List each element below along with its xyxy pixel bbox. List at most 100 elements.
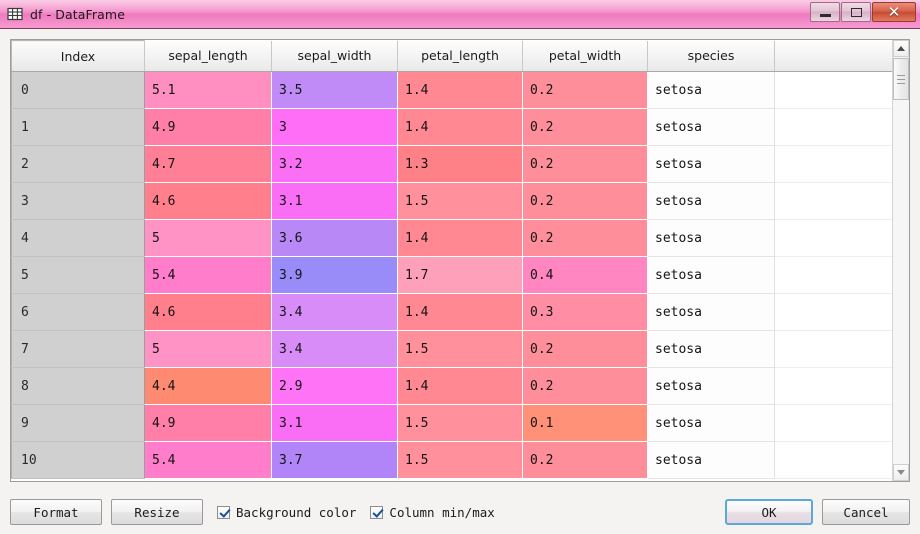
column-minmax-checkbox-item[interactable]: Column min/max — [370, 505, 495, 520]
cell-sepal-width[interactable]: 3.4 — [271, 293, 398, 331]
cell-petal-length[interactable]: 1.5 — [397, 441, 523, 479]
cell-sepal-length[interactable]: 5.4 — [144, 441, 272, 479]
column-header-petal-length[interactable]: petal_length — [397, 40, 523, 72]
cell-petal-width[interactable]: 0.2 — [522, 330, 648, 368]
cell-sepal-length[interactable]: 4.7 — [144, 145, 272, 183]
cell-petal-length[interactable]: 1.7 — [397, 256, 523, 294]
minimize-button[interactable] — [810, 2, 840, 22]
cell-sepal-width[interactable]: 3.2 — [271, 145, 398, 183]
column-header-petal-width[interactable]: petal_width — [522, 40, 648, 72]
format-button[interactable]: Format — [10, 499, 102, 525]
cell-petal-width[interactable]: 0.2 — [522, 367, 648, 405]
resize-button[interactable]: Resize — [111, 499, 203, 525]
cell-petal-length[interactable]: 1.3 — [397, 145, 523, 183]
row-index-cell[interactable]: 2 — [11, 145, 145, 183]
table-row[interactable]: 5 5.4 3.9 1.7 0.4 setosa — [11, 256, 892, 294]
background-color-checkbox[interactable] — [217, 505, 230, 519]
cell-sepal-width[interactable]: 3 — [271, 108, 398, 146]
column-header-sepal-width[interactable]: sepal_width — [271, 40, 398, 72]
cell-sepal-length[interactable]: 5 — [144, 219, 272, 257]
cell-petal-width[interactable]: 0.2 — [522, 145, 648, 183]
cell-sepal-width[interactable]: 3.4 — [271, 330, 398, 368]
column-header-index[interactable]: Index — [11, 40, 145, 72]
row-index-cell[interactable]: 7 — [11, 330, 145, 368]
cell-sepal-length[interactable]: 4.9 — [144, 108, 272, 146]
column-header-species[interactable]: species — [647, 40, 775, 72]
cell-petal-width[interactable]: 0.2 — [522, 219, 648, 257]
cell-petal-length[interactable]: 1.4 — [397, 108, 523, 146]
cell-sepal-width[interactable]: 3.6 — [271, 219, 398, 257]
table-row[interactable]: 10 5.4 3.7 1.5 0.2 setosa — [11, 441, 892, 479]
row-index-cell[interactable]: 4 — [11, 219, 145, 257]
cell-species[interactable]: setosa — [647, 441, 775, 479]
cell-sepal-length[interactable]: 4.6 — [144, 182, 272, 220]
table-row[interactable]: 6 4.6 3.4 1.4 0.3 setosa — [11, 293, 892, 331]
row-index-cell[interactable]: 5 — [11, 256, 145, 294]
table-row[interactable]: 0 5.1 3.5 1.4 0.2 setosa — [11, 71, 892, 109]
cell-sepal-width[interactable]: 3.1 — [271, 182, 398, 220]
cell-species[interactable]: setosa — [647, 404, 775, 442]
cell-petal-length[interactable]: 1.4 — [397, 293, 523, 331]
table-row[interactable]: 4 5 3.6 1.4 0.2 setosa — [11, 219, 892, 257]
table-scroll-viewport[interactable]: Index sepal_length sepal_width petal_len… — [11, 40, 892, 481]
cell-sepal-width[interactable]: 2.9 — [271, 367, 398, 405]
scrollbar-thumb[interactable] — [893, 58, 909, 100]
cell-petal-length[interactable]: 1.4 — [397, 219, 523, 257]
cell-petal-width[interactable]: 0.1 — [522, 404, 648, 442]
row-index-cell[interactable]: 0 — [11, 71, 145, 109]
close-button[interactable]: ✕ — [872, 2, 916, 22]
cell-sepal-length[interactable]: 4.4 — [144, 367, 272, 405]
cell-species[interactable]: setosa — [647, 293, 775, 331]
vertical-scrollbar[interactable] — [892, 40, 909, 481]
cell-sepal-length[interactable]: 5.1 — [144, 71, 272, 109]
scroll-up-button[interactable] — [893, 40, 909, 57]
cell-petal-width[interactable]: 0.2 — [522, 108, 648, 146]
cell-species[interactable]: setosa — [647, 145, 775, 183]
cell-species[interactable]: setosa — [647, 71, 775, 109]
row-index-cell[interactable]: 1 — [11, 108, 145, 146]
table-row[interactable]: 9 4.9 3.1 1.5 0.1 setosa — [11, 404, 892, 442]
cell-sepal-length[interactable]: 5 — [144, 330, 272, 368]
cell-petal-length[interactable]: 1.5 — [397, 182, 523, 220]
cell-petal-width[interactable]: 0.2 — [522, 182, 648, 220]
table-row[interactable]: 2 4.7 3.2 1.3 0.2 setosa — [11, 145, 892, 183]
cell-petal-width[interactable]: 0.2 — [522, 441, 648, 479]
maximize-button[interactable] — [841, 2, 871, 22]
cell-petal-length[interactable]: 1.4 — [397, 367, 523, 405]
cell-sepal-length[interactable]: 4.6 — [144, 293, 272, 331]
row-index-cell[interactable]: 9 — [11, 404, 145, 442]
table-row[interactable]: 8 4.4 2.9 1.4 0.2 setosa — [11, 367, 892, 405]
row-index-cell[interactable]: 6 — [11, 293, 145, 331]
cell-sepal-width[interactable]: 3.5 — [271, 71, 398, 109]
cancel-button[interactable]: Cancel — [822, 499, 910, 525]
cell-petal-length[interactable]: 1.4 — [397, 71, 523, 109]
column-minmax-checkbox[interactable] — [370, 505, 384, 519]
cell-petal-width[interactable]: 0.4 — [522, 256, 648, 294]
cell-petal-width[interactable]: 0.3 — [522, 293, 648, 331]
title-bar[interactable]: df - DataFrame ✕ — [0, 0, 920, 29]
table-row[interactable]: 1 4.9 3 1.4 0.2 setosa — [11, 108, 892, 146]
background-color-checkbox-item[interactable]: Background color — [217, 505, 356, 520]
column-header-sepal-length[interactable]: sepal_length — [144, 40, 272, 72]
cell-species[interactable]: setosa — [647, 219, 775, 257]
cell-sepal-width[interactable]: 3.9 — [271, 256, 398, 294]
cell-species[interactable]: setosa — [647, 182, 775, 220]
cell-species[interactable]: setosa — [647, 108, 775, 146]
row-index-cell[interactable]: 3 — [11, 182, 145, 220]
cell-sepal-width[interactable]: 3.1 — [271, 404, 398, 442]
cell-sepal-length[interactable]: 5.4 — [144, 256, 272, 294]
cell-sepal-length[interactable]: 4.9 — [144, 404, 272, 442]
table-row[interactable]: 3 4.6 3.1 1.5 0.2 setosa — [11, 182, 892, 220]
table-row[interactable]: 7 5 3.4 1.5 0.2 setosa — [11, 330, 892, 368]
cell-species[interactable]: setosa — [647, 367, 775, 405]
scroll-down-button[interactable] — [893, 464, 909, 481]
cell-species[interactable]: setosa — [647, 330, 775, 368]
cell-petal-length[interactable]: 1.5 — [397, 404, 523, 442]
row-index-cell[interactable]: 8 — [11, 367, 145, 405]
cell-sepal-width[interactable]: 3.7 — [271, 441, 398, 479]
cell-petal-width[interactable]: 0.2 — [522, 71, 648, 109]
cell-species[interactable]: setosa — [647, 256, 775, 294]
cell-petal-length[interactable]: 1.5 — [397, 330, 523, 368]
ok-button[interactable]: OK — [725, 499, 813, 525]
row-index-cell[interactable]: 10 — [11, 441, 145, 479]
